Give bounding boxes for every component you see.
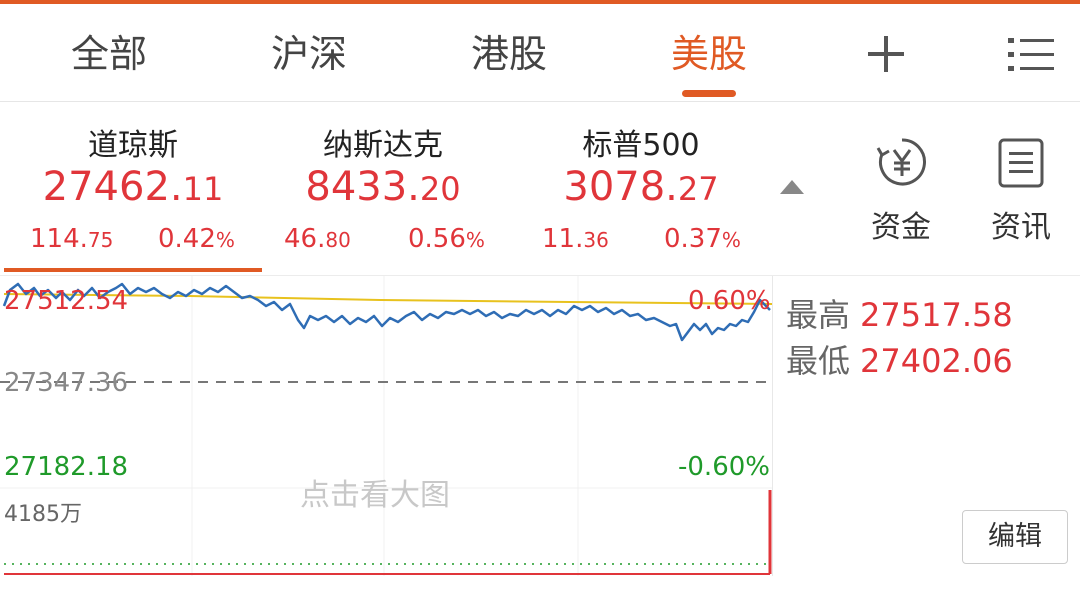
- tab-all[interactable]: 全部: [62, 30, 156, 78]
- index-name: 道琼斯: [88, 128, 178, 163]
- index-value: 3078.27: [563, 164, 719, 210]
- enlarge-chart-hint[interactable]: 点击看大图: [300, 470, 450, 514]
- index-name: 纳斯达克: [323, 128, 443, 163]
- add-icon[interactable]: [866, 34, 906, 74]
- chart-right-border: [772, 276, 773, 576]
- index-value: 27462.11: [42, 164, 224, 210]
- stat-low-value: 27402.06: [860, 342, 1013, 380]
- intraday-chart[interactable]: [0, 276, 780, 576]
- collapse-arrow-icon[interactable]: [780, 180, 804, 194]
- edit-button[interactable]: 编辑: [962, 510, 1068, 564]
- stat-high-label: 最高: [786, 296, 851, 334]
- news-label: 资讯: [991, 210, 1051, 245]
- index-percent: 0.56%: [408, 224, 485, 254]
- chart-volume-label: 4185万: [4, 502, 82, 527]
- active-tab-indicator: [682, 90, 736, 97]
- chart-high-percent-label: 0.60%: [688, 286, 771, 316]
- index-percent: 0.37%: [664, 224, 741, 254]
- yuan-cycle-icon: [876, 138, 926, 186]
- stat-high: 最高 27517.58: [786, 290, 1013, 336]
- index-name: 标普500: [582, 128, 700, 163]
- chart-prev-close-label: 27347.36: [4, 368, 129, 398]
- chart-high-price-label: 27512.54: [4, 286, 129, 316]
- index-change: 46.80: [284, 224, 351, 254]
- chart-low-price-label: 27182.18: [4, 452, 129, 482]
- chart-low-percent-label: -0.60%: [678, 452, 770, 482]
- funds-label: 资金: [871, 210, 931, 245]
- index-change: 114.75: [30, 224, 114, 254]
- app-root: 全部 沪深 港股 美股 道琼斯 27462.11 114.75 0.42% 纳斯…: [0, 0, 1080, 597]
- tab-us-stocks[interactable]: 美股: [662, 30, 756, 78]
- tab-hong-kong[interactable]: 港股: [462, 30, 556, 78]
- stat-high-value: 27517.58: [860, 296, 1013, 334]
- index-percent: 0.42%: [158, 224, 235, 254]
- menu-list-icon[interactable]: [1008, 36, 1054, 74]
- stat-low-label: 最低: [786, 342, 851, 380]
- stat-low: 最低 27402.06: [786, 336, 1013, 382]
- document-icon: [998, 138, 1044, 188]
- tab-shanghai-shenzhen[interactable]: 沪深: [262, 30, 356, 78]
- price-chart-svg: [0, 276, 773, 576]
- market-tab-bar: 全部 沪深 港股 美股: [0, 4, 1080, 102]
- index-value: 8433.20: [305, 164, 461, 210]
- selected-index-indicator: [4, 268, 262, 272]
- index-change: 11.36: [542, 224, 609, 254]
